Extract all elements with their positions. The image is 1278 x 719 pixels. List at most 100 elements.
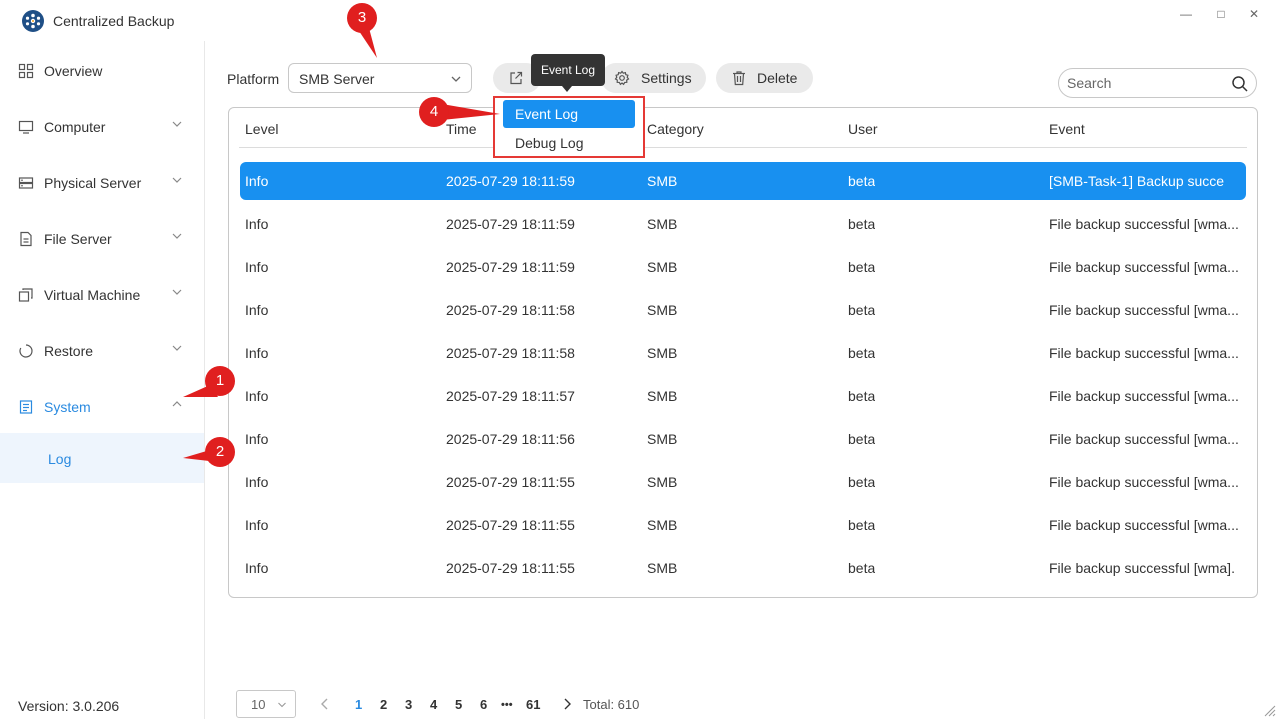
title-bar: Centralized Backup — □ ✕ [0,0,1278,41]
sidebar-item-physical-server[interactable]: Physical Server [0,154,204,210]
search-icon[interactable] [1231,75,1249,93]
sidebar-item-computer[interactable]: Computer [0,98,204,154]
cell-level: Info [245,345,269,361]
cell-time: 2025-07-29 18:11:59 [446,173,575,189]
table-row[interactable]: Info 2025-07-29 18:11:58 SMB beta File backu… [240,334,1246,372]
page-size-value: 10 [251,697,266,712]
cell-user: beta [848,173,876,189]
restore-icon [19,344,33,358]
page-5[interactable]: 5 [455,697,462,712]
sidebar-item-restore[interactable]: Restore [0,322,204,378]
sidebar-item-log[interactable]: Log [0,433,204,483]
callout-3: 3 [347,3,377,33]
table-row[interactable]: Info 2025-07-29 18:11:59 SMB beta [SMB-Task-… [240,162,1246,200]
cell-category: SMB [647,431,678,447]
sidebar-subitem-label: Log [48,451,72,467]
settings-button-label: Settings [641,70,692,86]
chevron-down-icon [172,233,182,239]
cell-event: File backup successful [wma... [1049,431,1239,447]
column-header-level[interactable]: Level [245,121,278,137]
cell-level: Info [245,216,269,232]
cell-user: beta [848,302,876,318]
settings-button[interactable]: Settings [601,63,706,93]
table-row[interactable]: Info 2025-07-29 18:11:58 SMB beta File backu… [240,291,1246,329]
menu-item-label: Event Log [515,106,579,122]
export-icon [510,71,523,85]
table-row[interactable]: Info 2025-07-29 18:11:56 SMB beta File backu… [240,420,1246,458]
cell-level: Info [245,173,269,189]
page-2[interactable]: 2 [380,697,387,712]
cell-event: File backup successful [wma... [1049,388,1239,404]
callout-2: 2 [205,437,235,467]
prev-page-icon[interactable] [319,697,331,711]
resize-grip-icon[interactable] [1262,703,1276,717]
sidebar-item-label: Overview [44,63,103,79]
log-table: Level Time Category User Event Info 2025-… [228,107,1258,598]
table-row[interactable]: Info 2025-07-29 18:11:59 SMB beta File backu… [240,205,1246,243]
cell-time: 2025-07-29 18:11:55 [446,474,575,490]
next-page-icon[interactable] [561,697,573,711]
sidebar-item-label: Physical Server [44,175,142,191]
platform-select[interactable]: SMB Server [288,63,472,93]
sidebar-item-system[interactable]: System [0,378,204,434]
sidebar-item-virtual-machine[interactable]: Virtual Machine [0,266,204,322]
search-box[interactable] [1058,68,1257,98]
page-size-select[interactable]: 10 [236,690,296,718]
sidebar-item-file-server[interactable]: File Server [0,210,204,266]
table-row[interactable]: Info 2025-07-29 18:11:55 SMB beta File backu… [240,463,1246,501]
cell-category: SMB [647,302,678,318]
file-server-icon [20,231,32,247]
cell-event: File backup successful [wma... [1049,517,1239,533]
virtual-machine-icon [18,288,33,302]
cell-event: File backup successful [wma... [1049,259,1239,275]
chevron-down-icon [172,177,182,183]
header-divider [239,147,1247,148]
sidebar-item-overview[interactable]: Overview [0,42,204,98]
cell-user: beta [848,431,876,447]
close-button[interactable]: ✕ [1244,6,1264,22]
cell-category: SMB [647,259,678,275]
page-6[interactable]: 6 [480,697,487,712]
cell-level: Info [245,302,269,318]
trash-icon [733,71,745,86]
cell-event: File backup successful [wma... [1049,345,1239,361]
app-logo-icon [22,10,44,32]
page-61[interactable]: 61 [526,697,540,712]
export-menu: Event Log Debug Log [493,96,645,158]
page-4[interactable]: 4 [430,697,437,712]
chevron-down-icon [172,121,182,127]
column-header-category[interactable]: Category [647,121,704,137]
minimize-button[interactable]: — [1176,6,1196,22]
cell-level: Info [245,560,269,576]
column-header-event[interactable]: Event [1049,121,1085,137]
maximize-button[interactable]: □ [1211,6,1231,22]
menu-item-event-log[interactable]: Event Log [503,100,635,128]
cell-user: beta [848,474,876,490]
chevron-down-icon [278,702,286,708]
page-ellipsis[interactable]: ••• [501,699,513,711]
table-row[interactable]: Info 2025-07-29 18:11:55 SMB beta File backu… [240,506,1246,544]
sidebar-item-label: File Server [44,231,112,247]
table-row[interactable]: Info 2025-07-29 18:11:59 SMB beta File backu… [240,248,1246,286]
sidebar-item-label: Virtual Machine [44,287,141,303]
cell-user: beta [848,517,876,533]
delete-button-label: Delete [757,70,798,86]
cell-event: File backup successful [wma... [1049,474,1239,490]
app-title: Centralized Backup [53,13,175,29]
cell-category: SMB [647,173,678,189]
table-row[interactable]: Info 2025-07-29 18:11:57 SMB beta File backu… [240,377,1246,415]
cell-category: SMB [647,345,678,361]
menu-item-debug-log[interactable]: Debug Log [503,129,635,157]
monitor-icon [18,120,34,134]
page-1[interactable]: 1 [355,697,362,712]
chevron-down-icon [451,76,461,82]
callout-arrow-4 [442,104,500,120]
delete-button[interactable]: Delete [716,63,813,93]
callout-1: 1 [205,366,235,396]
table-row[interactable]: Info 2025-07-29 18:11:55 SMB beta File backu… [240,549,1246,587]
column-header-user[interactable]: User [848,121,878,137]
cell-category: SMB [647,517,678,533]
page-3[interactable]: 3 [405,697,412,712]
cell-event: [SMB-Task-1] Backup succe [1049,173,1225,189]
search-input[interactable] [1067,74,1227,92]
